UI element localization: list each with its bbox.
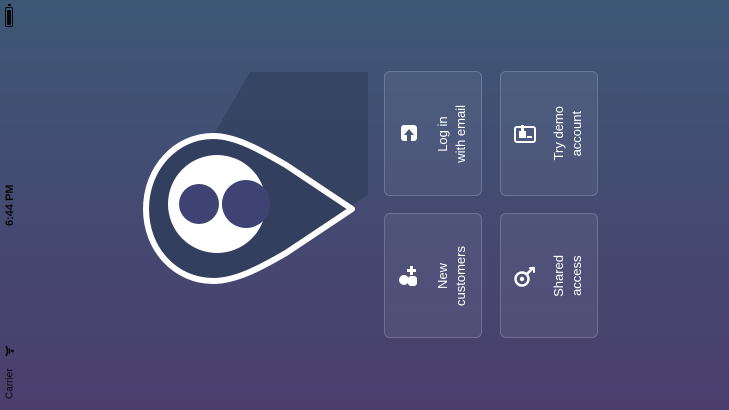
background — [0, 0, 729, 410]
login-email-label: Log in with email — [435, 104, 468, 163]
battery-icon — [5, 4, 13, 27]
status-time: 6:44 PM — [4, 184, 16, 226]
wifi-icon — [5, 345, 14, 357]
demo-account-label: Try demo account — [551, 106, 584, 161]
key-icon — [514, 266, 535, 287]
upload-icon — [401, 124, 417, 141]
add-user-icon — [399, 265, 417, 286]
login-email-button[interactable]: Log in with email — [384, 71, 482, 196]
status-carrier: Carrier — [4, 368, 16, 400]
demo-account-button[interactable]: Try demo account — [500, 71, 598, 196]
package-icon — [514, 124, 536, 143]
app-screen: 6:44 PM Carrier Log in with email Try de… — [0, 0, 729, 410]
shared-access-button[interactable]: Shared access — [500, 213, 598, 338]
shared-access-label: Shared access — [551, 254, 584, 297]
new-customers-button[interactable]: New customers — [384, 213, 482, 338]
status-bar: 6:44 PM Carrier — [0, 0, 20, 410]
new-customers-label: New customers — [435, 245, 468, 306]
